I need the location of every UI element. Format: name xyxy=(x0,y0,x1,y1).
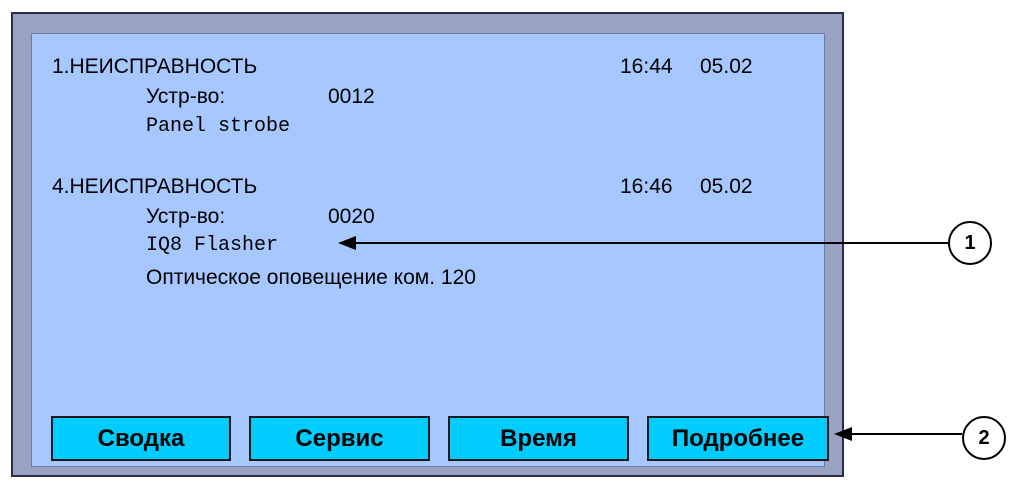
callout-2-marker: 2 xyxy=(962,416,1006,460)
callout-arrows xyxy=(338,236,962,441)
callout-1-marker: 1 xyxy=(948,221,992,265)
callout-1-arrowhead xyxy=(338,236,356,250)
callout-2-arrowhead xyxy=(834,427,852,441)
